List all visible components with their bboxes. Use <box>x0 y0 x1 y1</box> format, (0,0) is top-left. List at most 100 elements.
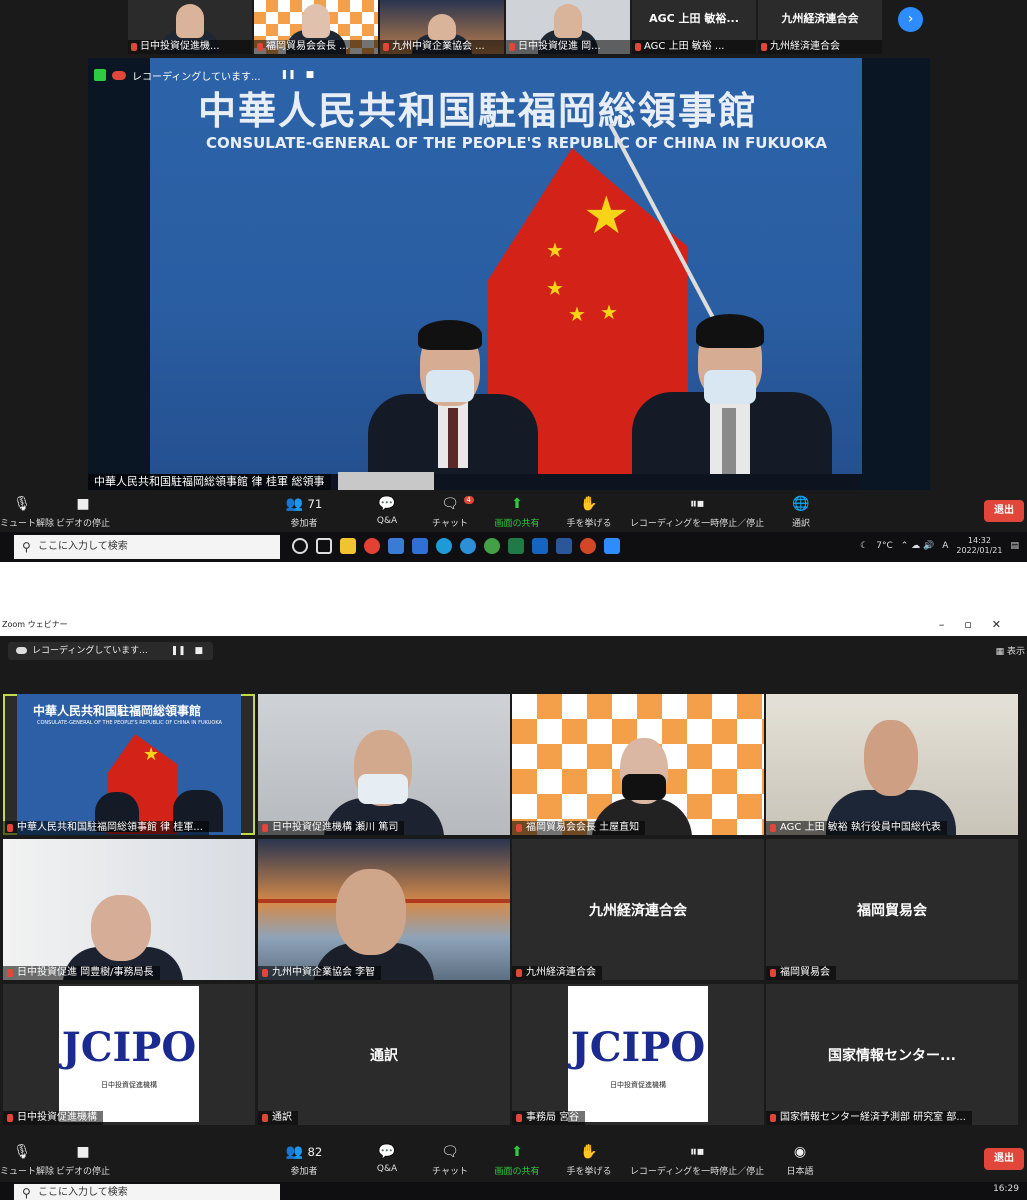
interpretation-button[interactable]: 🌐 通訳 <box>786 496 816 529</box>
pause-recording-icon[interactable]: ❚❚ <box>171 646 186 656</box>
mic-muted-icon: 🎙 <box>13 496 31 512</box>
share-screen-button[interactable]: ⬆ 画面の共有 <box>490 496 544 529</box>
video-tile[interactable]: 国家情報センター... 国家情報センター経済予測部 研究室 部... <box>766 984 1018 1125</box>
ime-indicator[interactable]: A <box>942 541 948 551</box>
video-tile[interactable]: 通訳 通訳 <box>258 984 510 1125</box>
participants-count: 71 <box>307 497 323 511</box>
thumbnail-2[interactable]: 九州中資企業協会 ... <box>380 0 504 54</box>
thumbnail-3[interactable]: 日中投資促進 岡... <box>506 0 630 54</box>
unmute-button[interactable]: 🎙 ミュート解除 <box>0 1144 54 1177</box>
file-explorer-icon[interactable] <box>340 538 356 554</box>
thumbnail-1[interactable]: 福岡貿易会会長 ... <box>254 0 378 54</box>
bottom-zoom-screenshot: Zoom ウェビナー –▫✕ レコーディングしています... ❚❚ ■ ▦ 表示… <box>0 614 1027 1200</box>
raise-hand-label: 手を挙げる <box>566 519 612 529</box>
zoom-icon[interactable] <box>604 538 620 554</box>
word-icon[interactable] <box>556 538 572 554</box>
flag-star-icon: ★ <box>546 276 564 300</box>
chrome-alt-icon[interactable] <box>484 538 500 554</box>
video-tile[interactable]: 福岡貿易会 福岡貿易会 <box>766 839 1018 980</box>
video-tile[interactable]: JCIPO 日中投資促進機構 事務局 宮谷 <box>512 984 764 1125</box>
participant-mask <box>358 774 408 804</box>
interpretation-label: 通訳 <box>791 519 810 529</box>
chrome-icon[interactable] <box>364 538 380 554</box>
taskbar-search-input[interactable]: ここに入力して検索 <box>14 1184 280 1200</box>
tile-name: 日中投資促進機構 瀬川 篤司 <box>258 821 405 835</box>
participant-mask <box>622 774 666 800</box>
thumbnail-4[interactable]: AGC 上田 敏裕... AGC 上田 敏裕 ... <box>632 0 756 54</box>
participants-button[interactable]: 👥 82 参加者 <box>282 1144 326 1177</box>
video-tile[interactable]: 九州経済連合会 九州経済連合会 <box>512 839 764 980</box>
task-view-icon[interactable] <box>316 538 332 554</box>
taskbar-search-input[interactable]: ここに入力して検索 <box>14 535 280 559</box>
leave-button[interactable]: 退出 <box>984 500 1024 522</box>
tile-name: 事務局 宮谷 <box>512 1111 586 1125</box>
chat-button[interactable]: 🗨 4 チャット <box>430 496 474 529</box>
window-controls[interactable]: –▫✕ <box>939 614 1021 636</box>
video-tile[interactable]: 日中投資促進 岡豊樹/事務局長 <box>3 839 255 980</box>
clock-date: 2022/01/21 <box>956 546 1003 555</box>
video-tile[interactable]: JCIPO 日中投資促進機構 日中投資促進機構 <box>3 984 255 1125</box>
chat-button[interactable]: 🗨 チャット <box>430 1144 470 1177</box>
chat-badge: 4 <box>463 496 474 504</box>
edge-icon[interactable] <box>436 538 452 554</box>
pause-recording-button[interactable]: ⏸⏹ レコーディングを一時停止／停止 <box>628 496 766 529</box>
stop-video-label: ビデオの停止 <box>55 1167 110 1177</box>
clock-time[interactable]: 16:29 <box>993 1184 1019 1194</box>
meeting-toolbar: 🎙 ミュート解除 ■ ビデオの停止 👥 71 参加者 💬 Q&A 🗨 4 チャット ⬆ 画面の… <box>0 492 1027 534</box>
tile-name: 九州経済連合会 <box>512 966 602 980</box>
tray-icons[interactable]: ⌃ ☁ 🔊 <box>901 541 934 551</box>
excel-icon[interactable] <box>508 538 524 554</box>
raise-hand-label: 手を挙げる <box>566 1167 612 1177</box>
thumbnail-title: AGC 上田 敏裕... <box>649 12 739 25</box>
stop-video-button[interactable]: ■ ビデオの停止 <box>52 1144 114 1177</box>
clock[interactable]: 14:32 2022/01/21 <box>956 536 1002 556</box>
participants-button[interactable]: 👥 71 参加者 <box>282 496 326 529</box>
hand-icon: ✋ <box>580 1144 598 1160</box>
participant-face <box>554 4 582 38</box>
notification-icon[interactable]: ▤ <box>1010 541 1019 551</box>
view-button[interactable]: ▦ 表示 <box>996 644 1025 657</box>
next-page-icon[interactable]: › <box>898 7 923 32</box>
language-button[interactable]: ◉ 日本語 <box>782 1144 818 1177</box>
mail-icon[interactable] <box>412 538 428 554</box>
pause-stop-icon: ⏸⏹ <box>690 1144 704 1160</box>
qa-button[interactable]: 💬 Q&A <box>370 496 404 526</box>
video-tile[interactable]: 中華人民共和国駐福岡総領事館 CONSULATE-GENERAL OF THE … <box>3 694 255 835</box>
thumbnail-strip: 日中投資促進機... 福岡貿易会会長 ... 九州中資企業協会 ... 日中投資… <box>128 0 882 54</box>
jcipo-logo-text: JCIPO <box>61 1024 197 1071</box>
consulate-banner-english: CONSULATE-GENERAL OF THE PEOPLE'S REPUBL… <box>37 720 222 726</box>
thumbnail-label: 九州経済連合会 <box>758 40 882 54</box>
thumbnail-5[interactable]: 九州経済連合会 九州経済連合会 <box>758 0 882 54</box>
unmute-label: ミュート解除 <box>0 519 55 529</box>
video-tile[interactable]: 福岡貿易会会長 土屋直知 <box>512 694 764 835</box>
thumbnail-label: 日中投資促進 岡... <box>506 40 630 54</box>
stop-recording-icon[interactable]: ■ <box>306 70 315 80</box>
outlook-icon[interactable] <box>532 538 548 554</box>
windows-taskbar: ここに入力して検索 16:29 <box>0 1182 1027 1200</box>
store-icon[interactable] <box>388 538 404 554</box>
recording-indicator: レコーディングしています... ❚❚ ■ <box>94 64 314 86</box>
unmute-button[interactable]: 🎙 ミュート解除 <box>0 496 54 529</box>
video-tile[interactable]: AGC 上田 敏裕 執行役員中国総代表 <box>766 694 1018 835</box>
qa-button[interactable]: 💬 Q&A <box>370 1144 404 1174</box>
flag-star-icon: ★ <box>546 238 564 262</box>
pause-recording-button[interactable]: ⏸⏹ レコーディングを一時停止／停止 <box>628 1144 766 1177</box>
participants-label: 参加者 <box>290 1167 318 1177</box>
raise-hand-button[interactable]: ✋ 手を挙げる <box>564 1144 614 1177</box>
leave-button[interactable]: 退出 <box>984 1148 1024 1170</box>
raise-hand-button[interactable]: ✋ 手を挙げる <box>564 496 614 529</box>
moon-icon: ☾ <box>860 541 869 551</box>
camera-icon: ■ <box>76 1144 90 1160</box>
language-icon: ◉ <box>793 1144 807 1160</box>
cortana-icon[interactable] <box>292 538 308 554</box>
video-tile[interactable]: 日中投資促進機構 瀬川 篤司 <box>258 694 510 835</box>
stop-recording-icon[interactable]: ■ <box>195 646 204 656</box>
ie-icon[interactable] <box>460 538 476 554</box>
pause-recording-icon[interactable]: ❚❚ <box>281 70 296 80</box>
stop-video-button[interactable]: ■ ビデオの停止 <box>52 496 114 529</box>
thumbnail-0[interactable]: 日中投資促進機... <box>128 0 252 54</box>
share-screen-button[interactable]: ⬆ 画面の共有 <box>490 1144 544 1177</box>
video-tile[interactable]: 九州中資企業協会 李智 <box>258 839 510 980</box>
shield-icon <box>94 69 106 81</box>
powerpoint-icon[interactable] <box>580 538 596 554</box>
